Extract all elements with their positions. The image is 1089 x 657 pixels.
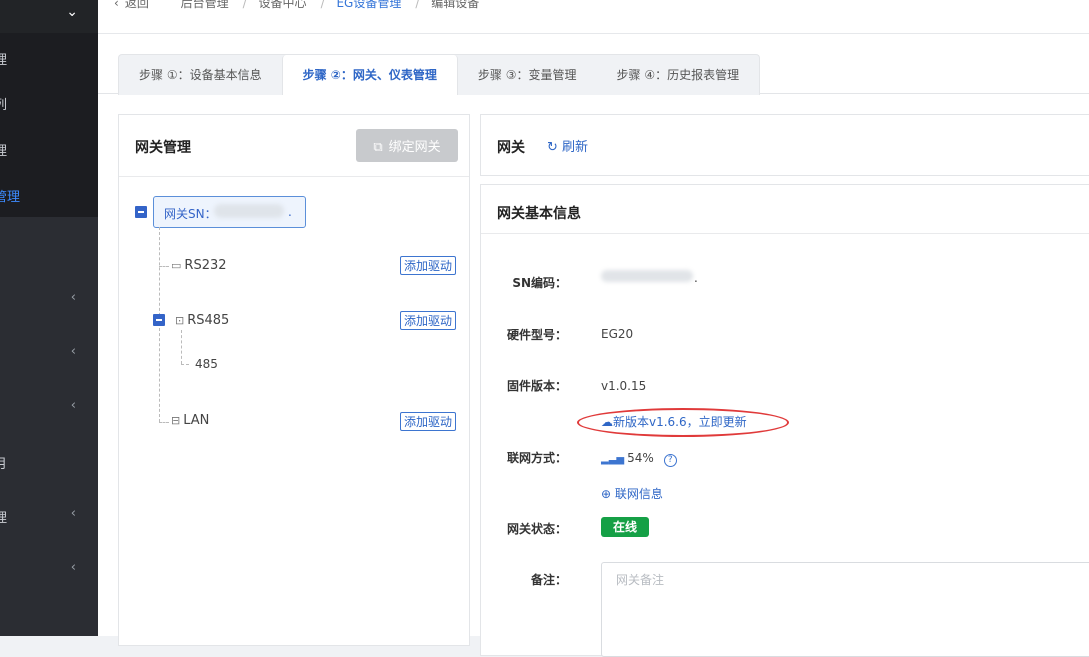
sidebar-item-label: 月 <box>0 457 8 472</box>
status-badge: 在线 <box>601 517 649 537</box>
gateway-header-panel: 网关 ↻ 刷新 <box>480 114 1089 176</box>
breadcrumb-item[interactable]: 设备中心 <box>259 0 307 10</box>
breadcrumb-bar: ‹ 返回 后台管理 / 设备中心 / EG设备管理 / 编辑设备 <box>98 0 1089 34</box>
redacted-sn <box>601 270 693 282</box>
redacted-sn <box>214 204 284 218</box>
chevron-left-icon: ‹ <box>70 560 76 575</box>
ethernet-icon: ⊟ <box>171 414 181 427</box>
sidebar-item[interactable]: ‹ <box>0 390 98 426</box>
network-info-link[interactable]: ⊕ 联网信息 <box>601 485 663 502</box>
sidebar-header[interactable]: ⌄ <box>0 0 98 33</box>
tab-step-2[interactable]: 步骤 ②：网关、仪表管理 <box>281 55 458 95</box>
tree-node-rs232[interactable]: ▭ RS232 <box>171 258 227 273</box>
breadcrumb-item[interactable]: EG设备管理 <box>336 0 401 10</box>
status-label: 网关状态： <box>506 522 567 536</box>
remark-input[interactable] <box>601 562 1089 657</box>
cloud-upload-icon: ☁ <box>601 415 613 429</box>
collapse-icon[interactable] <box>153 314 165 326</box>
panel-title: 网关管理 <box>135 140 191 156</box>
help-icon[interactable]: ? <box>663 454 677 467</box>
sidebar-item[interactable]: ‹ <box>0 552 98 588</box>
chevron-left-icon: ‹ <box>70 398 76 413</box>
sidebar-item[interactable]: 理 <box>0 131 98 167</box>
serial-port-icon: ⊡ <box>175 314 185 327</box>
update-firmware-link[interactable]: ☁新版本v1.6.6，立即更新 <box>601 413 747 430</box>
copy-icon: ⧉ <box>373 140 383 155</box>
sidebar-item[interactable]: 理 <box>0 40 98 76</box>
step-tabs: 步骤 ①：设备基本信息 步骤 ②：网关、仪表管理 步骤 ③：变量管理 步骤 ④：… <box>118 54 761 95</box>
sidebar-item[interactable]: 理 ‹ <box>0 498 98 534</box>
add-driver-button[interactable]: 添加驱动 <box>400 311 456 330</box>
model-label: 硬件型号： <box>506 328 567 342</box>
tab-step-1[interactable]: 步骤 ①：设备基本信息 <box>119 55 282 95</box>
signal-icon: ▂▃▅ <box>601 454 625 465</box>
sidebar-item-label: 管理 <box>0 190 21 205</box>
gateway-info-panel: 网关基本信息 SN编码： . 硬件型号： EG20 固件版本： v1.0.15 … <box>480 184 1089 657</box>
sidebar-item-label: 理 <box>0 53 8 68</box>
sidebar-item-label: 列 <box>0 98 8 113</box>
sidebar-item-active[interactable]: 管理 <box>0 177 98 213</box>
add-driver-button[interactable]: 添加驱动 <box>400 412 456 431</box>
chevron-left-icon: ‹ <box>70 290 76 305</box>
remark-label: 备注： <box>530 573 567 587</box>
refresh-button[interactable]: ↻ 刷新 <box>547 136 588 155</box>
gateway-management-panel: 网关管理 ⧉ 绑定网关 网关SN： . ▭ RS232 添加驱动 ⊡ RS485 添加… <box>118 114 470 646</box>
model-value: EG20 <box>601 327 634 341</box>
panel-title: 网关 <box>497 140 525 156</box>
chevron-left-icon: ‹ <box>70 506 76 521</box>
sidebar-item[interactable]: ‹ <box>0 336 98 372</box>
collapse-icon[interactable] <box>135 206 147 218</box>
sidebar-item[interactable]: 月 <box>0 444 98 480</box>
firmware-label: 固件版本： <box>506 379 567 393</box>
chevron-left-icon: ‹ <box>114 0 119 10</box>
sidebar-item-label: 理 <box>0 144 8 159</box>
bind-gateway-button[interactable]: ⧉ 绑定网关 <box>356 129 458 162</box>
sidebar-item-label: 理 <box>0 511 8 526</box>
tree-node-485[interactable]: 485 <box>195 357 218 371</box>
sn-label: SN编码： <box>512 276 567 290</box>
breadcrumb: ‹ 返回 后台管理 / 设备中心 / EG设备管理 / 编辑设备 <box>114 0 485 11</box>
tab-step-3[interactable]: 步骤 ③：变量管理 <box>458 55 597 95</box>
refresh-icon: ↻ <box>547 140 563 155</box>
network-signal: ▂▃▅ 54%? <box>601 451 677 467</box>
chevron-left-icon: ‹ <box>70 344 76 359</box>
sidebar-item[interactable]: ‹ <box>0 282 98 318</box>
serial-port-icon: ▭ <box>171 259 182 272</box>
tree-node-lan[interactable]: ⊟ LAN <box>171 413 209 428</box>
back-link[interactable]: ‹ 返回 <box>114 0 155 10</box>
sidebar: ⌄ 理 列 理 管理 ‹ ‹ ‹ 月 理 ‹ ‹ <box>0 0 98 636</box>
panel-title: 网关基本信息 <box>497 206 581 222</box>
add-driver-button[interactable]: 添加驱动 <box>400 256 456 275</box>
gateway-tree-node[interactable]: 网关SN： . <box>153 196 306 228</box>
tree-node-rs485[interactable]: ⊡ RS485 <box>175 313 229 328</box>
tab-step-4[interactable]: 步骤 ④：历史报表管理 <box>597 55 760 95</box>
chevron-down-icon[interactable]: ⌄ <box>66 4 78 20</box>
breadcrumb-item[interactable]: 后台管理 <box>181 0 229 10</box>
globe-icon: ⊕ <box>601 487 615 501</box>
main-content: 步骤 ①：设备基本信息 步骤 ②：网关、仪表管理 步骤 ③：变量管理 步骤 ④：… <box>98 34 1089 657</box>
breadcrumb-item-current: 编辑设备 <box>431 0 480 10</box>
sidebar-item[interactable]: 列 <box>0 85 98 121</box>
firmware-value: v1.0.15 <box>601 379 647 393</box>
network-label: 联网方式： <box>506 451 567 465</box>
